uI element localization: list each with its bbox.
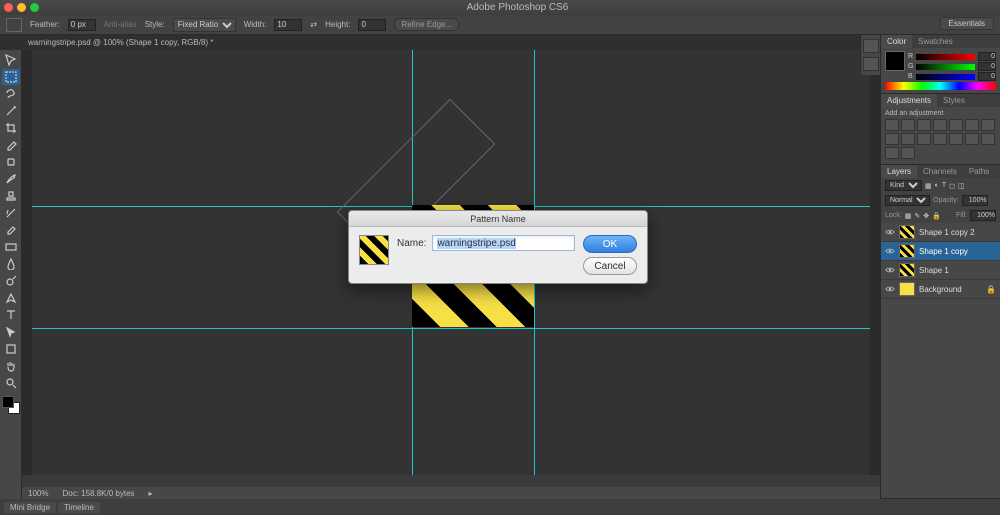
cancel-button[interactable]: Cancel bbox=[583, 257, 637, 275]
name-label: Name: bbox=[397, 238, 426, 249]
dialog-title: Pattern Name bbox=[349, 211, 647, 227]
ok-button[interactable]: OK bbox=[583, 235, 637, 253]
pattern-name-input[interactable] bbox=[432, 235, 575, 251]
modal-overlay: Pattern Name Name: OK Cancel bbox=[0, 0, 1000, 515]
pattern-preview-icon bbox=[359, 235, 389, 265]
pattern-name-dialog: Pattern Name Name: OK Cancel bbox=[348, 210, 648, 284]
